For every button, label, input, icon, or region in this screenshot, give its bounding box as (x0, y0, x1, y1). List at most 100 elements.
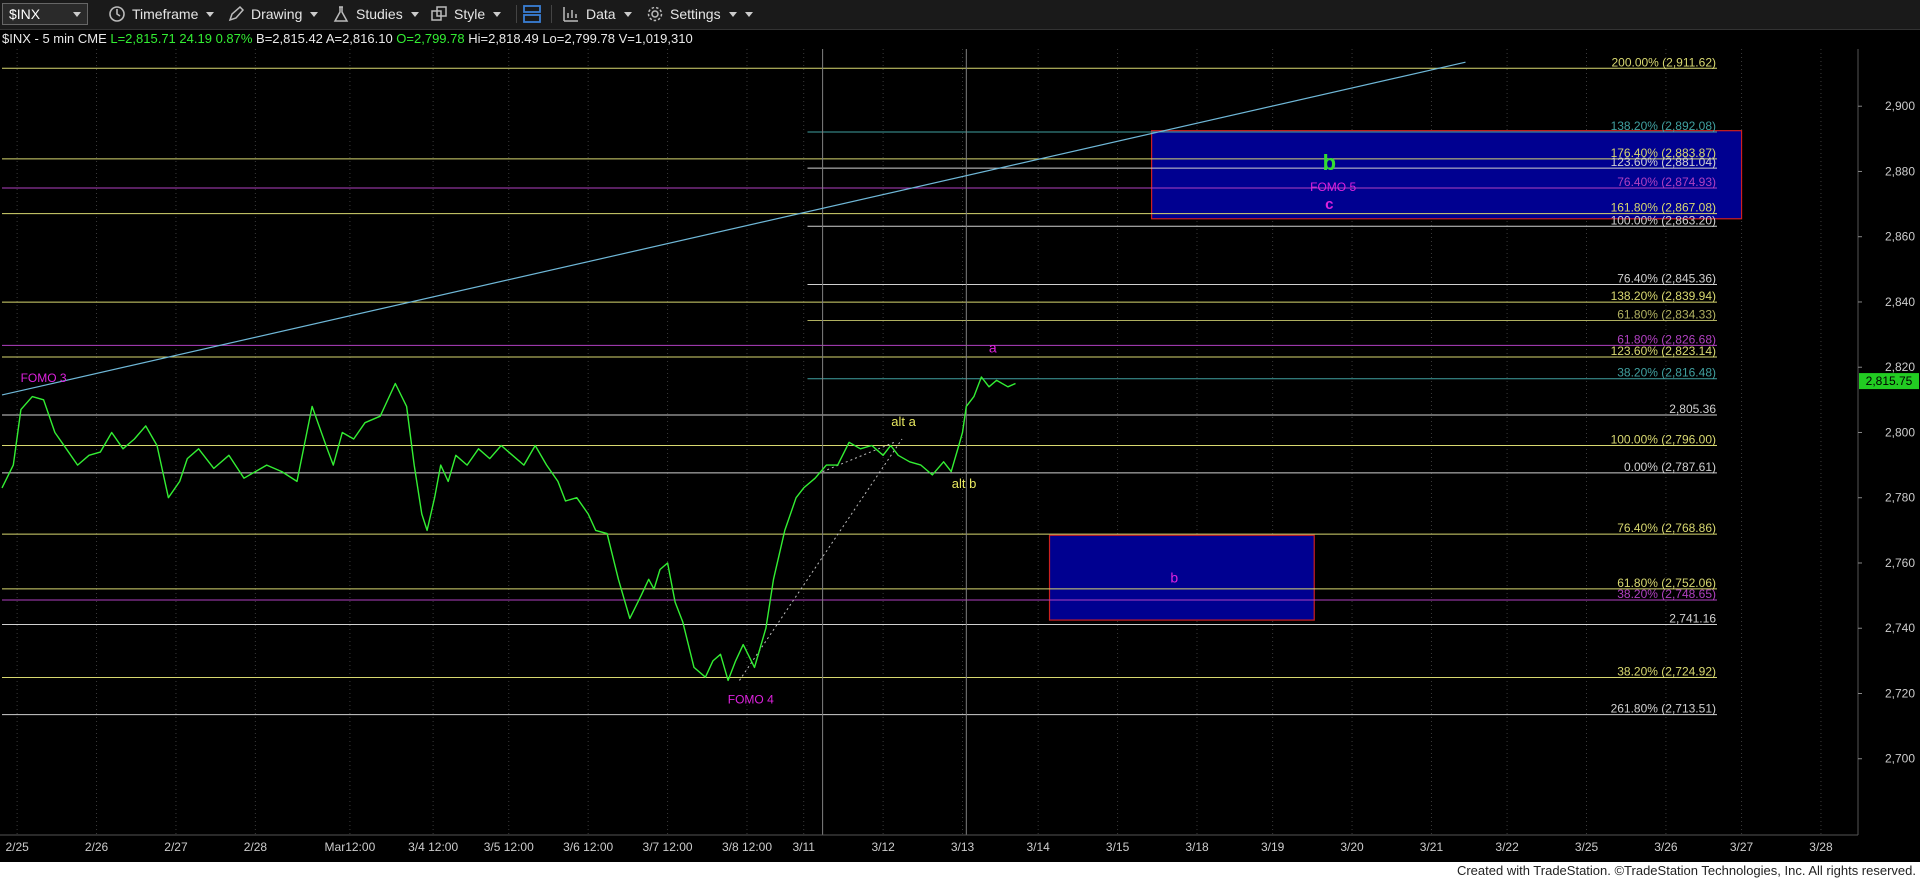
y-tick-label: 2,740 (1885, 621, 1915, 635)
fib-level-label: 100.00% (2,796.00) (1611, 433, 1716, 447)
y-tick-label: 2,860 (1885, 230, 1915, 244)
x-tick-label: 3/21 (1420, 840, 1444, 854)
fib-level-label: 76.40% (2,845.36) (1617, 271, 1716, 285)
fib-level-label: 2,805.36 (1669, 402, 1716, 416)
y-tick-label: 2,720 (1885, 686, 1915, 700)
x-tick-label: 3/26 (1654, 840, 1678, 854)
chevron-down-icon (206, 11, 215, 17)
chevron-down-icon (493, 11, 502, 17)
chevron-down-icon (73, 12, 81, 17)
fib-level-label: 123.60% (2,823.14) (1611, 344, 1716, 358)
fib-level-label: 61.80% (2,834.33) (1617, 307, 1716, 321)
chart-header: $INX - 5 min CME L=2,815.71 24.19 0.87% … (2, 31, 693, 46)
drawing-menu[interactable]: Drawing (227, 3, 319, 25)
price-chart[interactable]: $INX - 5 min CME L=2,815.71 24.19 0.87% … (0, 29, 1920, 862)
header-field: CME (74, 31, 107, 46)
fib-level-label: 138.20% (2,892.08) (1611, 119, 1716, 133)
settings-menu[interactable]: Settings (646, 3, 753, 25)
x-tick-label: 3/27 (1730, 840, 1754, 854)
x-tick-label: 2/26 (85, 840, 109, 854)
x-tick-label: 3/19 (1261, 840, 1285, 854)
y-tick-label: 2,760 (1885, 556, 1915, 570)
x-tick-label: 3/18 (1185, 840, 1209, 854)
timeframe-label: Timeframe (132, 6, 199, 22)
x-tick-label: 3/11 (792, 840, 815, 854)
x-tick-label: 3/25 (1575, 840, 1599, 854)
x-tick-label: 3/6 12:00 (563, 840, 613, 854)
y-tick-label: 2,800 (1885, 425, 1915, 439)
data-menu[interactable]: Data (562, 3, 632, 25)
studies-label: Studies (356, 6, 403, 22)
header-field: Lo=2,799.78 (539, 31, 615, 46)
header-field: 24.19 (176, 31, 212, 46)
wave-dotted-line (739, 438, 903, 681)
style-menu[interactable]: Style (430, 3, 502, 25)
settings-label: Settings (670, 6, 721, 22)
x-tick-label: 3/22 (1495, 840, 1519, 854)
y-tick-label: 2,820 (1885, 360, 1915, 374)
fib-level-label: 123.60% (2,881.04) (1611, 155, 1716, 169)
fib-level-label: 100.00% (2,863.20) (1611, 213, 1716, 227)
x-tick-label: 3/15 (1106, 840, 1130, 854)
pencil-icon (228, 5, 245, 22)
x-tick-label: 3/8 12:00 (722, 840, 772, 854)
layout-icon (523, 5, 541, 23)
wave-annotation: FOMO 4 (728, 692, 774, 706)
flask-icon (333, 6, 349, 22)
style-icon (431, 6, 447, 21)
header-field: O=2,799.78 (393, 31, 465, 46)
y-tick-label: 2,700 (1885, 752, 1915, 766)
x-tick-label: 3/14 (1026, 840, 1050, 854)
toolbar: $INX Timeframe Drawing Studies Style Dat… (0, 0, 1920, 30)
price-line (1, 376, 1016, 682)
layout-button[interactable] (522, 3, 548, 25)
toolbar-divider (516, 5, 517, 23)
y-tick-label: 2,840 (1885, 295, 1915, 309)
y-tick-label: 2,880 (1885, 164, 1915, 178)
symbol-input[interactable]: $INX (2, 3, 88, 25)
x-tick-label: 3/5 12:00 (484, 840, 534, 854)
header-field: Hi=2,818.49 (465, 31, 539, 46)
wave-annotation: b (1323, 150, 1336, 175)
fib-level-label: 38.20% (2,816.48) (1617, 366, 1716, 380)
data-label: Data (586, 6, 616, 22)
x-tick-label: 3/13 (951, 840, 975, 854)
wave-annotation: FOMO 3 (21, 371, 67, 385)
x-tick-label: 2/28 (244, 840, 268, 854)
clock-icon (109, 6, 125, 22)
header-field: 0.87% (212, 31, 253, 46)
chevron-down-icon (623, 11, 632, 17)
drawing-label: Drawing (251, 6, 303, 22)
wave-annotation: b (1170, 570, 1178, 586)
x-tick-label: 3/4 12:00 (408, 840, 458, 854)
studies-menu[interactable]: Studies (332, 3, 419, 25)
gear-icon (647, 6, 663, 22)
wave-annotation: a (989, 340, 997, 356)
x-tick-label: 2/27 (164, 840, 188, 854)
header-field: B=2,815.42 (252, 31, 322, 46)
symbol-text: $INX (9, 6, 41, 22)
x-tick-label: 3/12 (871, 840, 895, 854)
toolbar-divider (551, 5, 552, 23)
fib-level-label: 38.20% (2,724.92) (1617, 664, 1716, 678)
fib-level-label: 261.80% (2,713.51) (1611, 702, 1716, 716)
bar-chart-icon (563, 7, 578, 22)
header-field: V=1,019,310 (615, 31, 693, 46)
wave-annotation: c (1325, 196, 1333, 213)
footer: Created with TradeStation. ©TradeStation… (0, 862, 1920, 879)
copyright-text: Created with TradeStation. ©TradeStation… (1456, 863, 1916, 878)
fib-level-label: 76.40% (2,874.93) (1617, 175, 1716, 189)
style-label: Style (454, 6, 486, 22)
x-tick-label: 3/28 (1809, 840, 1833, 854)
y-tick-label: 2,900 (1885, 99, 1915, 113)
last-price-label: 2,815.75 (1866, 374, 1913, 388)
header-field: L=2,815.71 (107, 31, 176, 46)
wave-annotation: alt a (891, 414, 916, 429)
wave-dotted-line (822, 441, 895, 473)
fib-level-label: 76.40% (2,768.86) (1617, 521, 1716, 535)
chevron-down-icon (728, 11, 737, 17)
timeframe-menu[interactable]: Timeframe (108, 3, 215, 25)
more-chevron-icon (744, 11, 753, 17)
y-tick-label: 2,780 (1885, 491, 1915, 505)
fib-level-label: 38.20% (2,748.65) (1617, 587, 1716, 601)
